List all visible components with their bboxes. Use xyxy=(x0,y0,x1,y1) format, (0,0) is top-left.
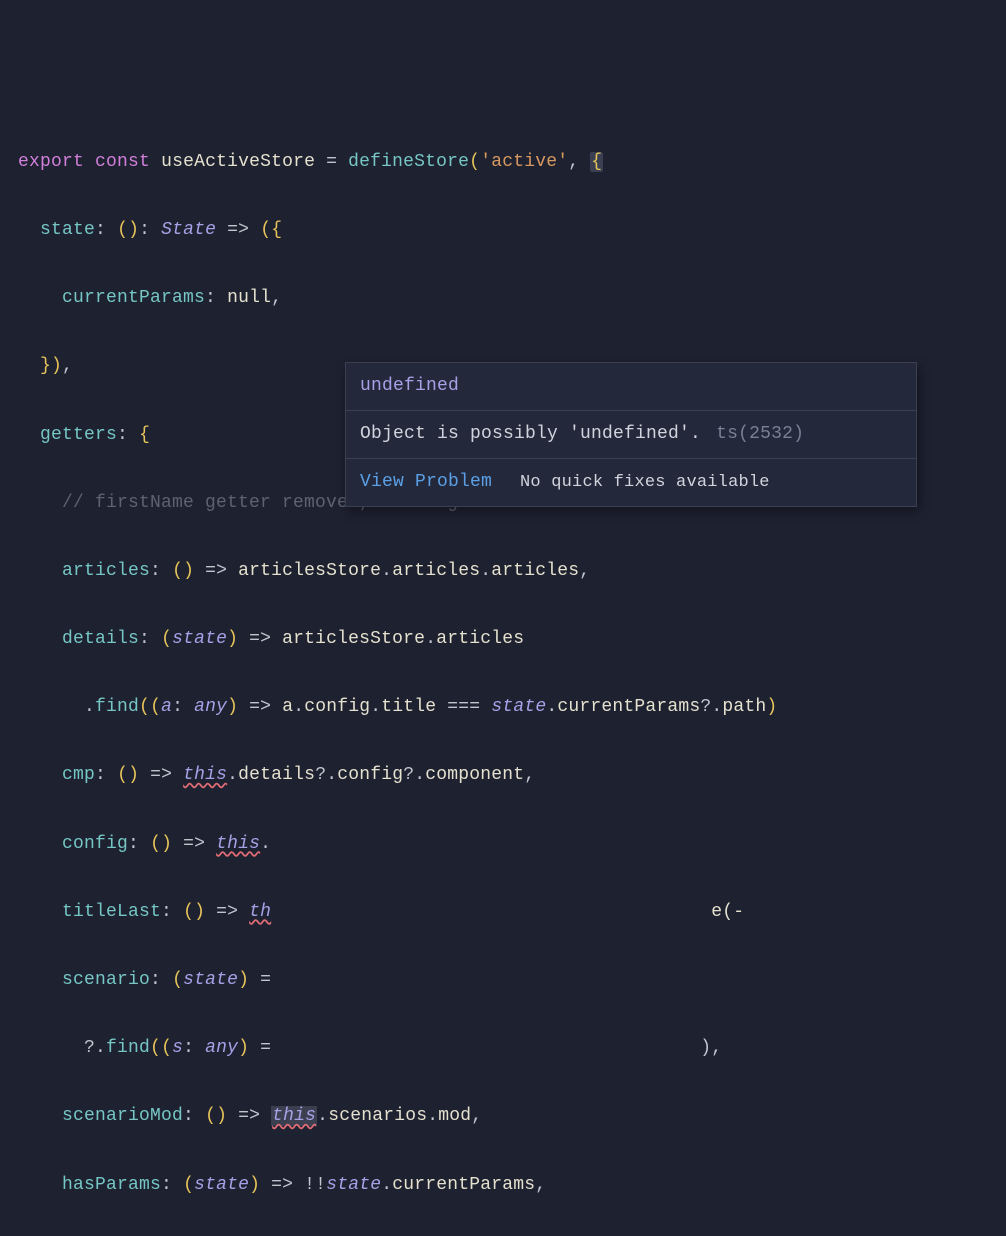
this-error: th xyxy=(249,902,271,922)
tooltip-message-section: Object is possibly 'undefined'. ts(2532) xyxy=(346,411,916,458)
code-line-16[interactable]: hasParams: (state) => !!state.currentPar… xyxy=(18,1168,1006,1202)
tooltip-error-code: ts(2532) xyxy=(716,424,804,444)
tooltip-type-section: undefined xyxy=(346,363,916,410)
code-line-8[interactable]: details: (state) => articlesStore.articl… xyxy=(18,622,1006,656)
code-line-14[interactable]: ?.find((s: any) = ), xyxy=(18,1031,1006,1065)
code-line-7[interactable]: articles: () => articlesStore.articles.a… xyxy=(18,554,1006,588)
this-error-hover: this xyxy=(271,1106,317,1126)
no-quick-fix-label: No quick fixes available xyxy=(520,473,770,492)
code-line-3[interactable]: currentParams: null, xyxy=(18,281,1006,315)
code-line-12[interactable]: titleLast: () => th e(- xyxy=(18,895,1006,929)
this-error: this xyxy=(183,765,227,785)
code-line-10[interactable]: cmp: () => this.details?.config?.compone… xyxy=(18,758,1006,792)
tooltip-message: Object is possibly 'undefined'. xyxy=(360,424,701,444)
tooltip-actions: View Problem No quick fixes available xyxy=(346,459,916,506)
code-line-9[interactable]: .find((a: any) => a.config.title === sta… xyxy=(18,690,1006,724)
this-error: this xyxy=(216,834,260,854)
code-line-15[interactable]: scenarioMod: () => this.scenarios.mod, xyxy=(18,1099,1006,1133)
code-line-1[interactable]: export const useActiveStore = defineStor… xyxy=(18,145,1006,179)
tooltip-type: undefined xyxy=(360,376,459,396)
hover-tooltip: undefined Object is possibly 'undefined'… xyxy=(345,362,917,507)
code-line-13[interactable]: scenario: (state) = xyxy=(18,963,1006,997)
open-brace-icon: { xyxy=(590,152,603,172)
code-line-11[interactable]: config: () => this. xyxy=(18,827,1006,861)
code-line-2[interactable]: state: (): State => ({ xyxy=(18,213,1006,247)
view-problem-link[interactable]: View Problem xyxy=(360,472,492,492)
